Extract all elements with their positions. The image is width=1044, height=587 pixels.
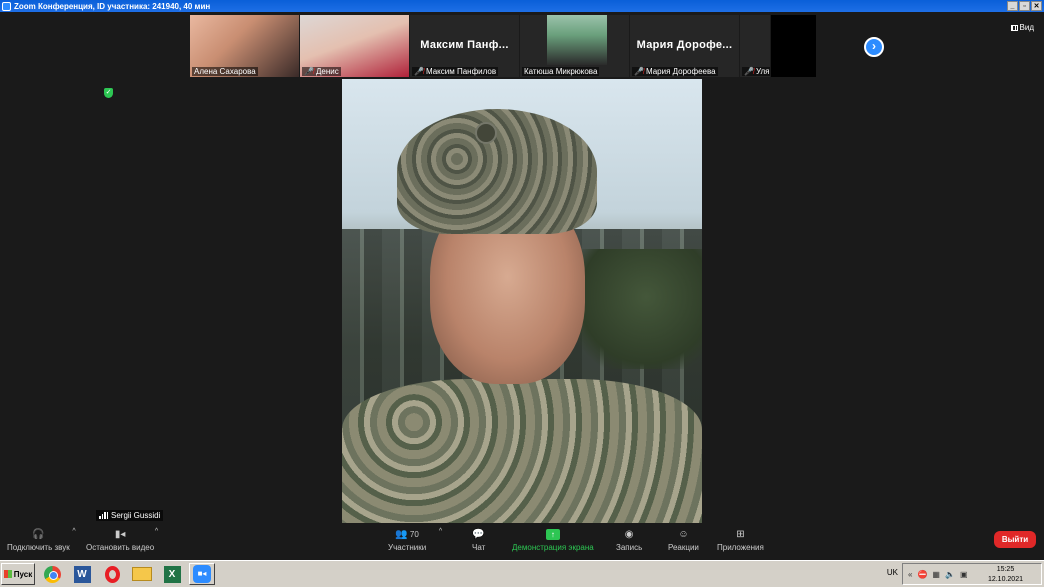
signal-bars-icon xyxy=(99,512,108,519)
minimize-button[interactable]: _ xyxy=(1007,1,1018,11)
participant-tile[interactable]: 🎤̸ Денис xyxy=(300,15,409,77)
stop-video-button[interactable]: ▮◂ Остановить видео ^ xyxy=(86,528,158,552)
clock-date: 12.10.2021 xyxy=(987,576,1023,583)
headphones-icon: 🎧 xyxy=(32,529,45,540)
taskbar-explorer[interactable] xyxy=(129,563,155,585)
record-icon: ◉ xyxy=(624,529,634,540)
word-icon: W xyxy=(73,565,91,583)
video-camera-icon: ▮◂ xyxy=(114,529,126,540)
record-button[interactable]: ◉ Запись xyxy=(616,528,642,552)
share-screen-icon: ↑ xyxy=(545,529,560,540)
participant-tile[interactable]: Максим Панф... 🎤̸ Максим Панфилов xyxy=(410,15,519,77)
share-screen-button[interactable]: ↑ Демонстрация экрана xyxy=(512,528,594,552)
reactions-button[interactable]: ☺ Реакции xyxy=(668,528,699,552)
zoom-camera-icon: ■◂ xyxy=(193,565,211,583)
zoom-app-icon xyxy=(2,1,11,11)
smiley-icon: ☺ xyxy=(678,529,689,540)
participant-name: 🎤̸ Денис xyxy=(302,67,341,76)
participant-tile-video-off[interactable] xyxy=(771,15,816,77)
mic-muted-icon: 🎤̸ xyxy=(634,67,644,76)
participants-icon: 👥 xyxy=(395,529,408,540)
participants-count: 70 xyxy=(409,530,419,539)
leave-button[interactable]: Выйти xyxy=(994,531,1036,548)
cap-emblem xyxy=(475,122,497,144)
taskbar-word[interactable]: W xyxy=(69,563,95,585)
join-audio-button[interactable]: 🎧 Подключить звук ^ xyxy=(7,528,76,552)
grid-view-icon xyxy=(1010,24,1018,31)
active-speaker-video xyxy=(342,79,702,523)
excel-icon: X xyxy=(163,565,181,583)
window-title: Zoom Конференция, ID участника: 241940, … xyxy=(14,1,211,11)
os-taskbar: Пуск W X ■◂ UK « ⛔ ▦ 🔈 ▣ 15:25 12.10.202… xyxy=(0,560,1044,587)
tray-update-icon[interactable]: ⛔ xyxy=(917,570,927,579)
clock-time: 15:25 xyxy=(996,566,1015,573)
participant-name: Алена Сахарова xyxy=(192,67,258,76)
window-titlebar: Zoom Конференция, ID участника: 241940, … xyxy=(0,0,1044,12)
thumbnail-strip: Алена Сахарова 🎤̸ Денис Максим Панф... 🎤… xyxy=(190,15,816,77)
next-page-button[interactable]: › xyxy=(864,37,884,57)
chat-button[interactable]: 💬 Чат xyxy=(472,528,485,552)
audio-options-caret[interactable]: ^ xyxy=(72,528,75,535)
volume-icon[interactable]: 🔈 xyxy=(945,570,955,579)
windows-logo-icon xyxy=(3,570,12,578)
participant-tile[interactable]: 🎤̸ Уля xyxy=(740,15,770,77)
participants-options-caret[interactable]: ^ xyxy=(439,528,442,535)
participant-name: 🎤̸ Мария Дорофеева xyxy=(632,67,718,76)
input-language[interactable]: UK xyxy=(887,568,898,577)
taskbar-excel[interactable]: X xyxy=(159,563,185,585)
participant-tile[interactable]: Катюша Микрюкова xyxy=(520,15,629,77)
system-clock[interactable]: 15:25 12.10.2021 xyxy=(988,565,1023,585)
apps-icon: ⊞ xyxy=(736,529,745,540)
participant-initials-name: Мария Дорофе... xyxy=(636,39,733,51)
folder-icon xyxy=(132,567,152,581)
opera-icon xyxy=(104,565,120,583)
apps-button[interactable]: ⊞ Приложения xyxy=(717,528,764,552)
mic-muted-icon: 🎤̸ xyxy=(414,67,424,76)
speaker-uniform xyxy=(342,379,702,523)
participant-name: 🎤̸ Максим Панфилов xyxy=(412,67,499,76)
speaker-name-chip: Sergii Gussidi xyxy=(96,510,164,521)
mic-muted-icon: 🎤̸ xyxy=(744,67,754,76)
participant-name: 🎤̸ Уля xyxy=(742,67,770,76)
participant-tile[interactable]: Мария Дорофе... 🎤̸ Мария Дорофеева xyxy=(630,15,739,77)
close-button[interactable]: ✕ xyxy=(1031,1,1042,11)
taskbar-zoom[interactable]: ■◂ xyxy=(189,563,215,585)
participant-initials-name: Максим Панф... xyxy=(420,39,509,51)
participant-name: Катюша Микрюкова xyxy=(522,67,600,76)
view-button[interactable]: Вид xyxy=(1010,23,1034,32)
meeting-area: Алена Сахарова 🎤̸ Денис Максим Панф... 🎤… xyxy=(0,12,1044,527)
mic-muted-icon: 🎤̸ xyxy=(304,67,314,76)
meeting-toolbar: 🎧 Подключить звук ^ ▮◂ Остановить видео … xyxy=(0,527,1044,560)
taskbar-chrome[interactable] xyxy=(39,563,65,585)
system-tray: « ⛔ ▦ 🔈 ▣ 15:25 12.10.2021 xyxy=(902,563,1042,585)
participants-button[interactable]: 👥 70 Участники ^ xyxy=(388,528,442,552)
taskbar-opera[interactable] xyxy=(99,563,125,585)
chrome-icon xyxy=(43,565,61,583)
security-shield-icon[interactable]: ✓ xyxy=(104,88,113,98)
participant-tile[interactable]: Алена Сахарова xyxy=(190,15,299,77)
restore-button[interactable]: ▫ xyxy=(1019,1,1030,11)
start-button[interactable]: Пуск xyxy=(1,563,35,585)
window-controls: _ ▫ ✕ xyxy=(1007,1,1042,11)
tray-app-icon[interactable]: ▣ xyxy=(960,570,968,579)
chat-bubble-icon: 💬 xyxy=(472,529,485,540)
participant-photo xyxy=(547,15,607,65)
speaker-cap xyxy=(397,109,597,234)
tray-arrow-icon[interactable]: « xyxy=(908,570,912,579)
video-options-caret[interactable]: ^ xyxy=(155,528,158,535)
tray-network-icon[interactable]: ▦ xyxy=(932,570,940,579)
